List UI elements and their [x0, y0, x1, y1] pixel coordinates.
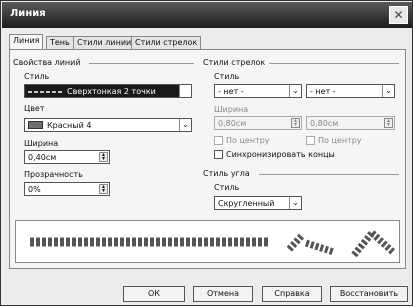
line-width-label: Ширина: [24, 139, 59, 148]
dashed-line-sample: [28, 91, 62, 93]
center-start-label: По центру: [226, 136, 270, 145]
corner-style-select[interactable]: Скругленный ⌄: [214, 196, 302, 210]
arrow-end-width-input[interactable]: 0,80см ▴ ▾: [306, 116, 395, 130]
center-end-label: По центру: [318, 136, 362, 145]
window-title: Линия: [10, 8, 46, 19]
center-start-checkbox[interactable]: [214, 136, 223, 145]
line-dialog: Линия ✕ Линия Тень Стили линии Стили стр…: [0, 0, 413, 306]
spin-arrows-icon[interactable]: ▴ ▾: [384, 118, 393, 128]
corner-style-section: Стиль угла: [203, 169, 403, 178]
reset-button[interactable]: Восстановить: [330, 286, 408, 302]
cancel-button[interactable]: Отмена: [193, 286, 253, 302]
chevron-down-icon[interactable]: ⌄: [289, 85, 301, 97]
line-props-heading: Свойства линий: [13, 58, 81, 67]
tab-panel-line: Свойства линий Стиль Сверхтонкая 2 точки…: [9, 49, 406, 269]
tab-line-styles[interactable]: Стили линии: [73, 36, 136, 50]
tab-line[interactable]: Линия: [9, 34, 44, 50]
arrow-width-label: Ширина: [214, 105, 249, 114]
sync-ends-label: Синхронизировать концы: [226, 150, 335, 159]
preview-graphic: [30, 230, 397, 258]
spin-arrows-icon[interactable]: ▴ ▾: [99, 152, 108, 162]
tab-arrow-styles[interactable]: Стили стрелок: [131, 36, 202, 50]
color-swatch: [28, 121, 43, 129]
arrow-end-select[interactable]: - нет - ⌄: [306, 84, 395, 98]
help-button[interactable]: Справка: [262, 286, 322, 302]
arrow-start-width-input[interactable]: 0,80см ▴ ▾: [214, 116, 302, 130]
center-end-checkbox[interactable]: [306, 136, 315, 145]
chevron-down-icon[interactable]: ⌄: [382, 85, 394, 97]
ok-button[interactable]: ОК: [123, 286, 185, 302]
chevron-down-icon[interactable]: ⌄: [179, 85, 191, 97]
chevron-down-icon[interactable]: ⌄: [289, 197, 301, 209]
chevron-down-icon[interactable]: ⌄: [179, 119, 191, 131]
arrow-styles-heading: Стили стрелок: [203, 58, 266, 67]
transparency-label: Прозрачность: [24, 170, 83, 179]
transparency-input[interactable]: 0% ▴ ▾: [24, 182, 110, 196]
tab-shadow[interactable]: Тень: [46, 36, 74, 50]
line-style-label: Стиль: [24, 72, 50, 81]
close-icon: ✕: [393, 8, 404, 22]
corner-style-heading: Стиль угла: [203, 169, 250, 178]
line-preview: [15, 220, 400, 263]
arrow-styles-section: Стили стрелок: [203, 58, 403, 67]
line-style-select[interactable]: Сверхтонкая 2 точки ⌄: [24, 84, 192, 98]
line-props-section: Свойства линий: [13, 58, 196, 67]
sync-ends-checkbox[interactable]: [214, 150, 223, 159]
spin-arrows-icon[interactable]: ▴ ▾: [99, 184, 108, 194]
line-color-label: Цвет: [24, 104, 45, 113]
close-button[interactable]: ✕: [389, 6, 408, 24]
spin-arrows-icon[interactable]: ▴ ▾: [291, 118, 300, 128]
line-width-input[interactable]: 0,40см ▴ ▾: [24, 150, 110, 164]
title-bar[interactable]: Линия ✕: [2, 2, 412, 28]
arrow-style-label: Стиль: [214, 72, 240, 81]
corner-style-label: Стиль: [214, 183, 240, 192]
line-color-select[interactable]: Красный 4 ⌄: [24, 118, 192, 132]
arrow-start-select[interactable]: - нет - ⌄: [214, 84, 302, 98]
